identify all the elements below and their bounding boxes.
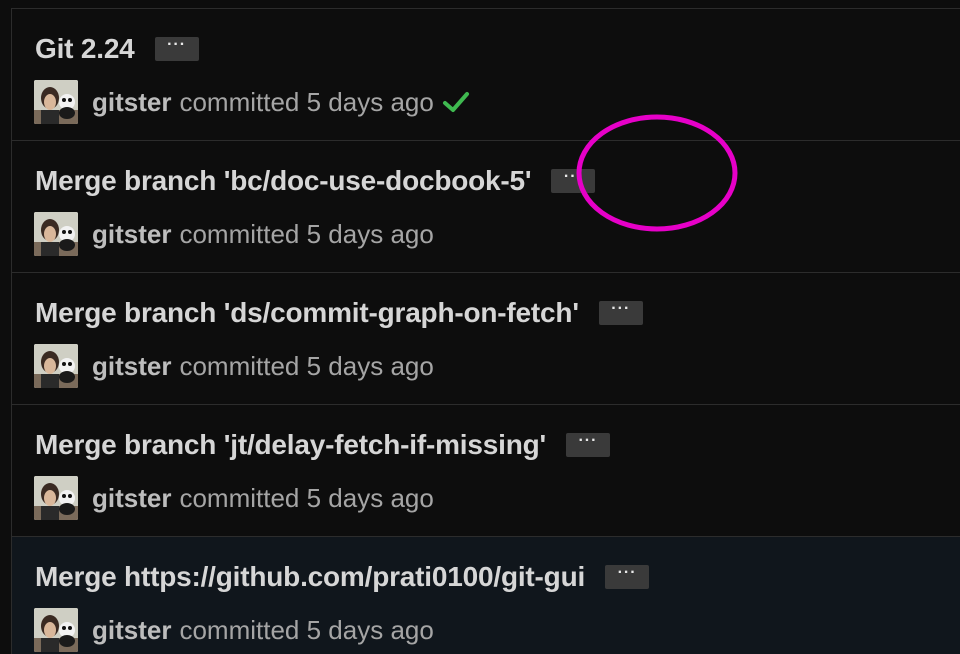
- commit-time: committed 5 days ago: [179, 614, 434, 645]
- expand-message-button[interactable]: ···: [605, 564, 650, 589]
- avatar[interactable]: [34, 344, 78, 388]
- ellipsis-icon: ···: [167, 36, 187, 53]
- author-name[interactable]: gitster: [92, 483, 171, 514]
- commit-list: Git 2.24 ··· gitster committed 5 days ag…: [0, 0, 960, 654]
- commit-time: committed 5 days ago: [179, 218, 434, 249]
- commit-item-4: Merge https://github.com/prati0100/git-g…: [12, 537, 960, 654]
- ellipsis-icon: ···: [617, 564, 637, 581]
- author-name[interactable]: gitster: [92, 351, 171, 382]
- commit-title[interactable]: Merge branch 'jt/delay-fetch-if-missing': [35, 429, 546, 461]
- ellipsis-icon: ···: [563, 168, 583, 185]
- avatar[interactable]: [34, 608, 78, 652]
- commit-title[interactable]: Git 2.24: [35, 33, 135, 65]
- commit-item-3: Merge branch 'jt/delay-fetch-if-missing'…: [12, 405, 960, 537]
- commit-item-2: Merge branch 'ds/commit-graph-on-fetch' …: [12, 273, 960, 405]
- commit-title[interactable]: Merge branch 'ds/commit-graph-on-fetch': [35, 297, 579, 329]
- ellipsis-icon: ···: [578, 432, 598, 449]
- author-name[interactable]: gitster: [92, 219, 171, 250]
- commit-time: committed 5 days ago: [179, 350, 434, 381]
- expand-message-button[interactable]: ···: [154, 36, 199, 61]
- commit-item-1: Merge branch 'bc/doc-use-docbook-5' ···: [12, 141, 960, 273]
- check-icon[interactable]: [442, 88, 470, 116]
- commit-title[interactable]: Merge branch 'bc/doc-use-docbook-5': [35, 165, 532, 197]
- avatar[interactable]: [34, 476, 78, 520]
- commit-title[interactable]: Merge https://github.com/prati0100/git-g…: [35, 561, 585, 593]
- author-name[interactable]: gitster: [92, 615, 171, 646]
- author-name[interactable]: gitster: [92, 87, 171, 118]
- avatar[interactable]: [34, 212, 78, 256]
- expand-message-button[interactable]: ···: [565, 432, 610, 457]
- avatar[interactable]: [34, 80, 78, 124]
- expand-message-button[interactable]: ···: [551, 168, 596, 193]
- commit-item-0: Git 2.24 ··· gitster committed 5 days ag…: [12, 9, 960, 141]
- expand-message-button[interactable]: ···: [598, 300, 643, 325]
- commit-time: committed 5 days ago: [179, 482, 434, 513]
- ellipsis-icon: ···: [611, 300, 631, 317]
- commit-time: committed 5 days ago: [179, 86, 434, 117]
